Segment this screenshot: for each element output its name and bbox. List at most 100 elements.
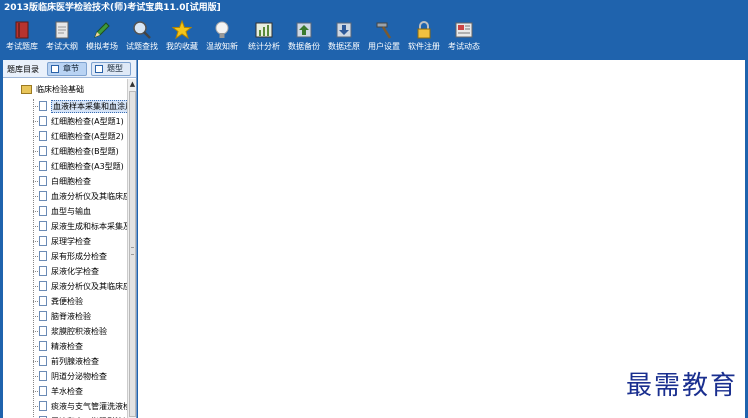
panel-title: 题库目录 (7, 65, 39, 74)
tree-item-label: 红细胞检查(A型题2) (51, 132, 124, 141)
pencil-icon (94, 22, 110, 38)
scroll-up-arrow-icon[interactable]: ▲ (128, 79, 136, 89)
tree-item[interactable]: 红细胞检查(A型题1) (33, 114, 127, 128)
tree-item[interactable]: 尿液化学检查 (33, 264, 127, 278)
toolbar-button-label: 考试动态 (448, 42, 480, 51)
tree-connector (33, 346, 38, 347)
document-icon (39, 296, 47, 306)
tree-item[interactable]: 红细胞检查(B型题) (33, 144, 127, 158)
question-bank-panel: 题库目录 章节 题型 临床检验基础 血液样本采集和血涂片 红细胞检查(A型题1) 红… (3, 60, 137, 418)
toolbar-button-lightbulb[interactable]: 温故知新 (202, 18, 242, 56)
tree-item[interactable]: 羊水检查 (33, 384, 127, 398)
backup-icon (296, 22, 312, 38)
tree-connector (33, 196, 38, 197)
tree-connector (33, 106, 38, 107)
document-icon (39, 281, 47, 291)
document-icon (39, 176, 47, 186)
tree-item[interactable]: 血液样本采集和血涂片 (33, 99, 127, 113)
tab-chapters[interactable]: 章节 (47, 62, 87, 76)
toolbar-button-label: 模拟考场 (86, 42, 118, 51)
scroll-thumb[interactable] (129, 91, 136, 417)
toolbar-button-lock[interactable]: 软件注册 (404, 18, 444, 56)
tree-item[interactable]: 白细胞检查 (33, 174, 127, 188)
toolbar-button-restore[interactable]: 数据还原 (324, 18, 364, 56)
toolbar-button-news[interactable]: 考试动态 (444, 18, 484, 56)
toolbar-button-star[interactable]: 我的收藏 (162, 18, 202, 56)
tree-item[interactable]: 血型与输血 (33, 204, 127, 218)
toolbar-button-label: 统计分析 (248, 42, 280, 51)
tree-connector (33, 271, 38, 272)
document-icon (39, 251, 47, 261)
tree-item[interactable]: 红细胞检查(A3型题) (33, 159, 127, 173)
star-icon (172, 20, 192, 40)
watermark-text: 最需教育 (626, 371, 739, 401)
toolbar-button-label: 软件注册 (408, 42, 440, 51)
tree-item[interactable]: 胃液和十二指肠引流液 (33, 414, 127, 418)
tree-item[interactable]: 粪便检验 (33, 294, 127, 308)
tree-connector (33, 166, 38, 167)
toolbar-button-chart[interactable]: 统计分析 (244, 18, 284, 56)
document-icon (39, 236, 47, 246)
magnifier-icon (133, 21, 151, 39)
toolbar-button-label: 考试大纲 (46, 42, 78, 51)
tree-connector (33, 316, 38, 317)
tree-item[interactable]: 阴道分泌物检查 (33, 369, 127, 383)
document-icon (39, 311, 47, 321)
toolbar-button-magnifier[interactable]: 试题查找 (122, 18, 162, 56)
toolbar-button-pencil[interactable]: 模拟考场 (82, 18, 122, 56)
tree-item[interactable]: 痰液与支气管灌洗液检 (33, 399, 127, 413)
tree-connector (33, 391, 38, 392)
tree-item[interactable]: 尿液生成和标本采集及 (33, 219, 127, 233)
document-icon (39, 371, 47, 381)
tree-item[interactable]: 血液分析仪及其临床应 (33, 189, 127, 203)
toolbar-button-document[interactable]: 考试大纲 (42, 18, 82, 56)
document-icon (39, 386, 47, 396)
tree-item[interactable]: 尿有形成分检查 (33, 249, 127, 263)
tree-item[interactable]: 红细胞检查(A型题2) (33, 129, 127, 143)
tree-connector (33, 406, 38, 407)
tree-item[interactable]: 前列腺液检查 (33, 354, 127, 368)
tree-scrollbar[interactable]: ▲ (127, 79, 136, 418)
tree-connector (33, 286, 38, 287)
tree-item-label: 尿液生成和标本采集及 (51, 222, 127, 231)
tree-item-label: 羊水检查 (51, 387, 83, 396)
type-tab-icon (95, 65, 103, 73)
tree-connector (33, 256, 38, 257)
tree-item[interactable]: 脑脊液检验 (33, 309, 127, 323)
tree-connector (33, 241, 38, 242)
document-icon (39, 191, 47, 201)
tree-item-label: 浆膜腔积液检验 (51, 327, 107, 336)
toolbar-button-hammer[interactable]: 用户设置 (364, 18, 404, 56)
window-title: 2013版临床医学检验技术(师)考试宝典11.0[试用版] (0, 0, 748, 16)
panel-tab-bar: 题库目录 章节 题型 (3, 60, 136, 78)
hammer-icon (376, 22, 392, 39)
tree-item[interactable]: 尿理学检查 (33, 234, 127, 248)
tree-connector (33, 301, 38, 302)
document-icon (39, 356, 47, 366)
book-icon (15, 21, 29, 39)
main-toolbar: 考试题库 考试大纲 模拟考场 试题查找 我的收藏 温故知新 统计分析 数据备份 数据还原 用户设置… (0, 16, 748, 58)
tree-item-label: 前列腺液检查 (51, 357, 99, 366)
tree-item-label: 红细胞检查(B型题) (51, 147, 119, 156)
tree-item-label: 尿液分析仪及其临床应 (51, 282, 127, 291)
tree-item[interactable]: 精液检查 (33, 339, 127, 353)
lock-icon (417, 21, 431, 39)
tree-connector (33, 361, 38, 362)
folder-icon (21, 85, 32, 94)
toolbar-button-label: 试题查找 (126, 42, 158, 51)
tree-connector (33, 331, 38, 332)
toolbar-button-backup[interactable]: 数据备份 (284, 18, 324, 56)
document-icon (39, 161, 47, 171)
chart-icon (255, 22, 273, 38)
toolbar-button-label: 温故知新 (206, 42, 238, 51)
tree-item[interactable]: 尿液分析仪及其临床应 (33, 279, 127, 293)
tab-question-types[interactable]: 题型 (91, 62, 131, 76)
toolbar-button-label: 用户设置 (368, 42, 400, 51)
tree-connector (33, 226, 38, 227)
tree-root-label: 临床检验基础 (36, 85, 84, 94)
toolbar-button-book[interactable]: 考试题库 (2, 18, 42, 56)
document-icon (39, 116, 47, 126)
document-icon (39, 326, 47, 336)
document-icon (39, 101, 47, 111)
tree-item[interactable]: 浆膜腔积液检验 (33, 324, 127, 338)
